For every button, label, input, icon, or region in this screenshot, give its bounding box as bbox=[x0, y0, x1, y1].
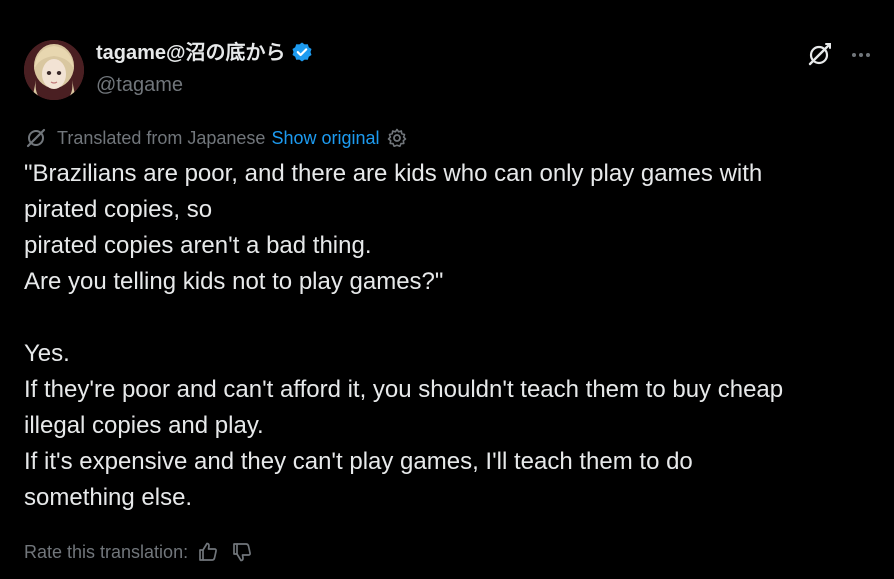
grok-button[interactable] bbox=[804, 40, 834, 70]
post-text-line: pirated copies, so bbox=[24, 196, 213, 223]
post-text-line: pirated copies aren't a bad thing. bbox=[24, 232, 372, 259]
author-handle[interactable]: @tagame bbox=[96, 72, 183, 98]
avatar-image bbox=[24, 40, 84, 100]
post-text-line: Are you telling kids not to play games?" bbox=[24, 268, 444, 295]
post-text-line: illegal copies and play. bbox=[24, 412, 264, 439]
post-text-line: If they're poor and can't afford it, you… bbox=[24, 376, 784, 403]
author-display-name-text[interactable]: tagame@沼の底から bbox=[96, 40, 286, 66]
post-text-blank-line bbox=[24, 300, 874, 336]
avatar[interactable] bbox=[24, 40, 84, 100]
post-text-line: something else. bbox=[24, 484, 193, 511]
more-icon bbox=[852, 53, 870, 57]
translate-icon bbox=[24, 126, 48, 150]
post-text: "Brazilians are poor, and there are kids… bbox=[24, 156, 874, 516]
settings-gear-icon[interactable] bbox=[386, 127, 408, 149]
rate-translation: Rate this translation: bbox=[24, 538, 256, 566]
thumbs-up-button[interactable] bbox=[194, 538, 222, 566]
thumbs-down-icon bbox=[233, 543, 252, 562]
post-text-line: Yes. bbox=[24, 340, 70, 367]
rate-translation-label: Rate this translation: bbox=[24, 541, 189, 562]
grok-icon bbox=[808, 43, 831, 66]
verified-badge-icon[interactable] bbox=[290, 41, 314, 65]
translated-from-label: Translated from Japanese bbox=[57, 128, 266, 148]
post-text-line: "Brazilians are poor, and there are kids… bbox=[24, 160, 763, 187]
thumbs-up-icon bbox=[199, 542, 218, 561]
thumbs-down-button[interactable] bbox=[228, 538, 256, 566]
author-display-name[interactable]: tagame@沼の底から bbox=[96, 40, 314, 66]
show-original-link[interactable]: Show original bbox=[271, 126, 379, 150]
post-text-line: If it's expensive and they can't play ga… bbox=[24, 448, 693, 475]
more-button[interactable] bbox=[846, 40, 876, 70]
translation-info: Translated from Japanese Show original bbox=[24, 126, 408, 150]
post: tagame@沼の底から @tagame Translated from Jap… bbox=[0, 0, 894, 579]
